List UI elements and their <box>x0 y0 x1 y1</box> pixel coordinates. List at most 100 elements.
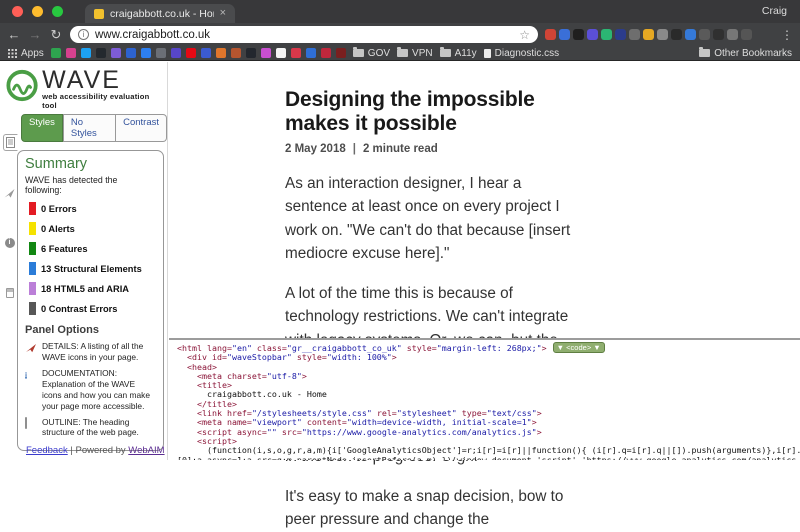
summary-color-chip <box>29 222 36 235</box>
forward-icon[interactable]: → <box>28 28 42 41</box>
window-titlebar: craigabbott.co.uk - Home × Craig <box>0 0 800 23</box>
code-line: craigabbott.co.uk - Home <box>177 389 327 400</box>
bookmark-favicons <box>50 48 346 58</box>
wave-subtitle: web accessibility evaluation tool <box>42 92 150 110</box>
panel-option-outline[interactable]: OUTLINE: The heading structure of the we… <box>25 416 156 439</box>
extension-icon[interactable] <box>601 29 612 40</box>
panel-option-text: DOCUMENTATION: Explanation of the WAVE i… <box>42 367 151 411</box>
bookmark-favicon[interactable] <box>155 48 166 58</box>
code-toggle-badge[interactable]: ▼ <code> ▼ <box>552 342 605 353</box>
bookmarks-bar: Apps GOV VPN A11y Diagnostic.css Other B… <box>0 46 800 61</box>
bookmark-favicon[interactable] <box>110 48 121 58</box>
extension-icon[interactable] <box>741 29 752 40</box>
bookmark-favicon[interactable] <box>215 48 226 58</box>
code-line: [0];a.async=1;a.src=g;m.parentNode.inser… <box>177 454 800 460</box>
extension-icon[interactable] <box>699 29 710 40</box>
meta-separator: | <box>352 143 356 155</box>
bookmark-favicon[interactable] <box>65 48 76 58</box>
extension-icon[interactable] <box>727 29 738 40</box>
bookmark-favicon[interactable] <box>245 48 256 58</box>
bookmark-favicon[interactable] <box>125 48 136 58</box>
article-paragraph: As an interaction designer, I hear a sen… <box>285 175 571 262</box>
bookmark-favicon[interactable] <box>260 48 271 58</box>
extension-icon[interactable] <box>657 29 668 40</box>
close-window-icon[interactable] <box>12 6 23 17</box>
bookmark-folder-gov[interactable]: GOV <box>352 47 390 59</box>
minimize-window-icon[interactable] <box>32 6 43 17</box>
bookmark-favicon[interactable] <box>140 48 151 58</box>
bookmark-star-icon[interactable]: ☆ <box>519 28 530 42</box>
rail-summary-tab[interactable] <box>3 134 18 151</box>
extension-icon[interactable] <box>545 29 556 40</box>
article-paragraph: It's easy to make a snap decision, bow t… <box>285 488 564 529</box>
bookmark-folder-a11y[interactable]: A11y <box>439 47 477 59</box>
profile-name[interactable]: Craig <box>762 5 787 17</box>
bookmark-folder-vpn[interactable]: VPN <box>397 47 433 59</box>
bookmark-favicon[interactable] <box>80 48 91 58</box>
bookmark-favicon[interactable] <box>200 48 211 58</box>
summary-item: 0 Contrast Errors <box>29 302 156 315</box>
bookmark-favicon[interactable] <box>305 48 316 58</box>
browser-tab[interactable]: craigabbott.co.uk - Home × <box>85 4 235 23</box>
bookmark-favicon[interactable] <box>290 48 301 58</box>
wave-footer: Feedback | Powered by WebAIM <box>26 445 165 456</box>
bookmark-favicon[interactable] <box>320 48 331 58</box>
chrome-menu-icon[interactable]: ⋮ <box>781 28 793 42</box>
bookmark-favicon[interactable] <box>50 48 61 58</box>
tab-close-icon[interactable]: × <box>220 8 226 19</box>
bookmark-label: VPN <box>412 47 433 59</box>
article-meta: 2 May 2018 | 2 minute read <box>285 143 571 155</box>
extension-icon[interactable] <box>615 29 626 40</box>
other-bookmarks-label: Other Bookmarks <box>714 47 792 59</box>
rail-outline-tab[interactable] <box>2 284 17 301</box>
bookmark-favicon[interactable] <box>275 48 286 58</box>
rail-documentation-tab[interactable]: i <box>2 234 17 251</box>
extension-icon[interactable] <box>629 29 640 40</box>
article-read-time: 2 minute read <box>362 143 438 155</box>
extension-icon[interactable] <box>671 29 682 40</box>
summary-item: 0 Errors <box>29 202 156 215</box>
apps-shortcut[interactable]: Apps <box>8 48 44 59</box>
wave-view-tabs: Styles No Styles Contrast <box>21 114 167 142</box>
folder-icon <box>699 47 711 57</box>
tab-title: craigabbott.co.uk - Home <box>110 7 214 20</box>
panel-option-documentation[interactable]: i DOCUMENTATION: Explanation of the WAVE… <box>25 368 156 412</box>
zoom-window-icon[interactable] <box>52 6 63 17</box>
bookmark-favicon[interactable] <box>230 48 241 58</box>
page-info-icon[interactable]: i <box>78 29 89 40</box>
traffic-lights <box>12 6 63 17</box>
summary-panel: Summary WAVE has detected the following:… <box>17 150 164 452</box>
extension-icon[interactable] <box>685 29 696 40</box>
bookmark-diagnostic-css[interactable]: Diagnostic.css <box>483 48 559 59</box>
bookmark-favicon[interactable] <box>335 48 346 58</box>
webaim-link[interactable]: WebAIM <box>128 445 164 456</box>
bookmark-favicon[interactable] <box>185 48 196 58</box>
tab-styles[interactable]: Styles <box>21 114 63 142</box>
panel-option-details[interactable]: DETAILS: A listing of all the WAVE icons… <box>25 341 156 363</box>
summary-item-label: 0 Errors <box>41 203 77 214</box>
extension-icon[interactable] <box>587 29 598 40</box>
bookmark-favicon[interactable] <box>170 48 181 58</box>
summary-items: 0 Errors 0 Alerts 6 Features 13 Structural … <box>25 202 156 315</box>
extension-icon[interactable] <box>573 29 584 40</box>
summary-color-chip <box>29 302 36 315</box>
article-date: 2 May 2018 <box>285 143 346 155</box>
file-icon <box>483 48 491 58</box>
other-bookmarks[interactable]: Other Bookmarks <box>699 47 792 59</box>
summary-item-label: 13 Structural Elements <box>41 263 142 274</box>
back-icon[interactable]: ← <box>7 28 21 41</box>
code-line: <script async="" src="https://www.google… <box>177 426 542 437</box>
tab-contrast[interactable]: Contrast <box>116 114 167 142</box>
folder-icon <box>439 47 451 57</box>
code-line: <meta charset="utf-8"> <box>177 370 307 381</box>
reload-icon[interactable]: ↻ <box>49 28 63 41</box>
feedback-link[interactable]: Feedback <box>26 445 68 456</box>
extension-icon[interactable] <box>559 29 570 40</box>
extension-icon[interactable] <box>713 29 724 40</box>
bookmark-label: A11y <box>454 47 477 59</box>
tab-no-styles[interactable]: No Styles <box>62 114 117 142</box>
bookmark-favicon[interactable] <box>95 48 106 58</box>
rail-details-tab[interactable] <box>2 184 17 201</box>
extension-icon[interactable] <box>643 29 654 40</box>
address-bar[interactable]: i www.craigabbott.co.uk ☆ <box>70 26 538 43</box>
